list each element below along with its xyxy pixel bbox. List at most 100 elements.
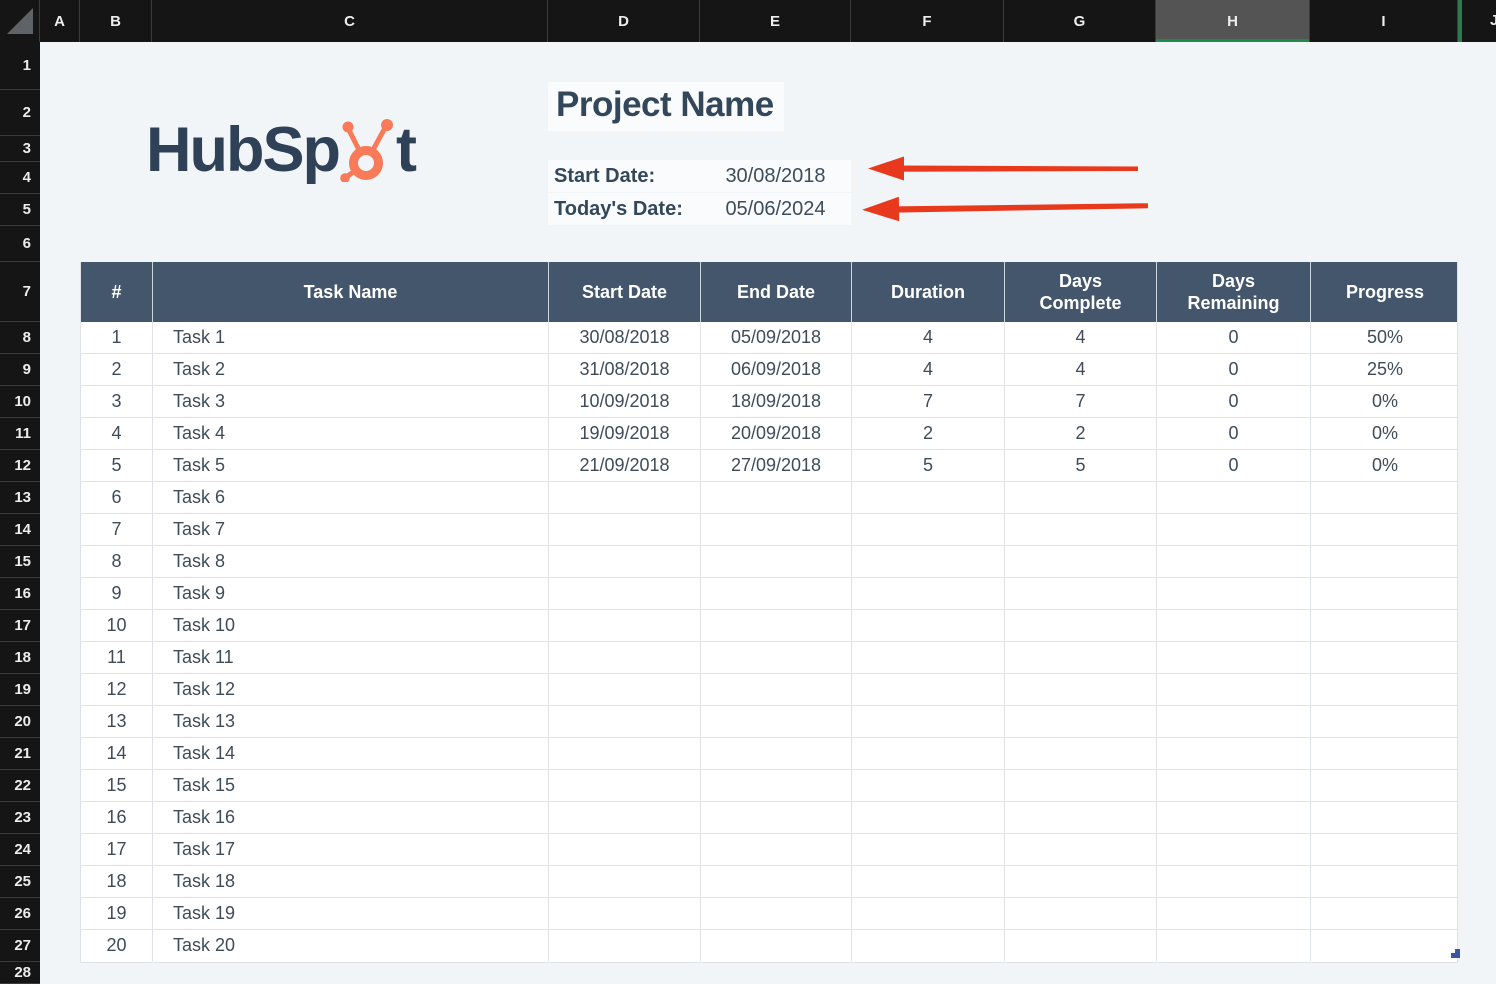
row-header-26[interactable]: 26 [0, 898, 40, 930]
cell-progress[interactable] [1311, 674, 1459, 705]
cell-remaining[interactable] [1157, 802, 1311, 833]
cell-name[interactable]: Task 7 [153, 514, 549, 545]
cell-remaining[interactable] [1157, 866, 1311, 897]
cell-start[interactable]: 31/08/2018 [549, 354, 701, 385]
column-header-D[interactable]: D [548, 0, 700, 42]
cell-num[interactable]: 12 [81, 674, 153, 705]
cell-complete[interactable] [1005, 642, 1157, 673]
row-header-2[interactable]: 2 [0, 90, 40, 136]
cell-num[interactable]: 20 [81, 930, 153, 961]
cell-end[interactable]: 18/09/2018 [701, 386, 852, 417]
cell-num[interactable]: 7 [81, 514, 153, 545]
cell-progress[interactable]: 0% [1311, 386, 1459, 417]
cell-progress[interactable] [1311, 802, 1459, 833]
cell-name[interactable]: Task 8 [153, 546, 549, 577]
cell-name[interactable]: Task 1 [153, 322, 549, 353]
column-header-C[interactable]: C [152, 0, 548, 42]
cell-remaining[interactable] [1157, 482, 1311, 513]
cell-name[interactable]: Task 4 [153, 418, 549, 449]
row-header-1[interactable]: 1 [0, 42, 40, 90]
cell-name[interactable]: Task 10 [153, 610, 549, 641]
cell-name[interactable]: Task 19 [153, 898, 549, 929]
table-header-cell-days-complete[interactable]: Days Complete [1005, 262, 1157, 322]
table-header-cell-start-date[interactable]: Start Date [549, 262, 701, 322]
cell-complete[interactable] [1005, 834, 1157, 865]
cell-remaining[interactable]: 0 [1157, 322, 1311, 353]
cell-end[interactable] [701, 770, 852, 801]
cell-end[interactable]: 05/09/2018 [701, 322, 852, 353]
cell-duration[interactable] [852, 674, 1005, 705]
cell-remaining[interactable]: 0 [1157, 354, 1311, 385]
cell-start[interactable] [549, 738, 701, 769]
cell-complete[interactable] [1005, 674, 1157, 705]
cell-progress[interactable]: 0% [1311, 418, 1459, 449]
cell-progress[interactable]: 50% [1311, 322, 1459, 353]
row-header-16[interactable]: 16 [0, 578, 40, 610]
cell-num[interactable]: 2 [81, 354, 153, 385]
cell-num[interactable]: 3 [81, 386, 153, 417]
cell-remaining[interactable]: 0 [1157, 450, 1311, 481]
row-header-12[interactable]: 12 [0, 450, 40, 482]
cell-end[interactable] [701, 706, 852, 737]
cell-duration[interactable] [852, 866, 1005, 897]
cell-remaining[interactable] [1157, 610, 1311, 641]
cell-num[interactable]: 1 [81, 322, 153, 353]
cell-num[interactable]: 14 [81, 738, 153, 769]
cell-num[interactable]: 15 [81, 770, 153, 801]
start-date-value[interactable]: 30/08/2018 [700, 160, 851, 192]
cell-name[interactable]: Task 18 [153, 866, 549, 897]
row-header-4[interactable]: 4 [0, 162, 40, 194]
cell-num[interactable]: 18 [81, 866, 153, 897]
cell-start[interactable] [549, 706, 701, 737]
table-header-cell-days-remaining[interactable]: Days Remaining [1157, 262, 1311, 322]
cell-name[interactable]: Task 13 [153, 706, 549, 737]
cell-remaining[interactable] [1157, 674, 1311, 705]
row-header-7[interactable]: 7 [0, 262, 40, 322]
row-header-11[interactable]: 11 [0, 418, 40, 450]
cell-duration[interactable]: 4 [852, 354, 1005, 385]
cell-end[interactable] [701, 546, 852, 577]
cell-duration[interactable] [852, 546, 1005, 577]
table-header-cell-task-name[interactable]: Task Name [153, 262, 549, 322]
cell-end[interactable] [701, 482, 852, 513]
cell-num[interactable]: 10 [81, 610, 153, 641]
cell-progress[interactable] [1311, 706, 1459, 737]
row-header-27[interactable]: 27 [0, 930, 40, 962]
cell-end[interactable] [701, 930, 852, 961]
cell-duration[interactable] [852, 578, 1005, 609]
cell-progress[interactable] [1311, 866, 1459, 897]
row-header-3[interactable]: 3 [0, 136, 40, 162]
cell-complete[interactable] [1005, 706, 1157, 737]
cell-start[interactable]: 30/08/2018 [549, 322, 701, 353]
cell-complete[interactable]: 7 [1005, 386, 1157, 417]
cell-duration[interactable] [852, 738, 1005, 769]
row-header-19[interactable]: 19 [0, 674, 40, 706]
cell-name[interactable]: Task 12 [153, 674, 549, 705]
cell-complete[interactable]: 4 [1005, 322, 1157, 353]
cell-complete[interactable] [1005, 514, 1157, 545]
cell-start[interactable] [549, 674, 701, 705]
cell-num[interactable]: 8 [81, 546, 153, 577]
cell-num[interactable]: 11 [81, 642, 153, 673]
row-header-13[interactable]: 13 [0, 482, 40, 514]
cell-start[interactable] [549, 642, 701, 673]
row-header-20[interactable]: 20 [0, 706, 40, 738]
cell-complete[interactable] [1005, 482, 1157, 513]
cell-name[interactable]: Task 5 [153, 450, 549, 481]
todays-date-value[interactable]: 05/06/2024 [700, 193, 851, 225]
column-header-F[interactable]: F [851, 0, 1004, 42]
cell-progress[interactable] [1311, 834, 1459, 865]
cell-name[interactable]: Task 17 [153, 834, 549, 865]
cell-duration[interactable] [852, 642, 1005, 673]
cell-remaining[interactable] [1157, 706, 1311, 737]
cell-complete[interactable] [1005, 866, 1157, 897]
cell-name[interactable]: Task 3 [153, 386, 549, 417]
cell-end[interactable]: 27/09/2018 [701, 450, 852, 481]
cell-duration[interactable] [852, 770, 1005, 801]
cell-duration[interactable] [852, 482, 1005, 513]
cell-end[interactable] [701, 802, 852, 833]
column-header-G[interactable]: G [1004, 0, 1156, 42]
cell-complete[interactable] [1005, 738, 1157, 769]
cell-complete[interactable]: 2 [1005, 418, 1157, 449]
cell-name[interactable]: Task 6 [153, 482, 549, 513]
